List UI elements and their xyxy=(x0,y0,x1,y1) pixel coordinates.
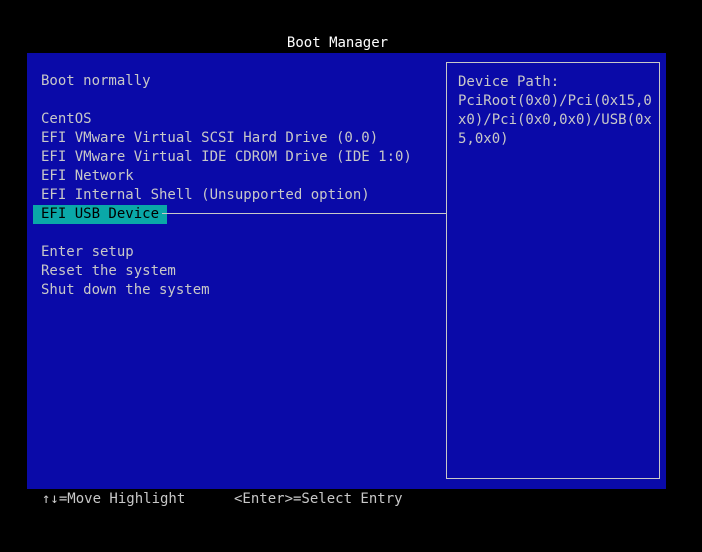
menu-item-efi-ide-cdrom[interactable]: EFI VMware Virtual IDE CDROM Drive (IDE … xyxy=(41,148,412,167)
menu-item-label-selected: EFI USB Device xyxy=(33,205,168,224)
device-path-label: Device Path: xyxy=(458,74,560,90)
menu-item-efi-usb-device[interactable]: EFI USB Device xyxy=(33,205,412,224)
menu-item-boot-normally[interactable]: Boot normally xyxy=(41,72,412,91)
footer-hints: ↑↓=Move Highlight <Enter>=Select Entry xyxy=(42,490,403,509)
menu-item-enter-setup[interactable]: Enter setup xyxy=(41,243,412,262)
menu-item-label: EFI Network xyxy=(41,168,134,184)
move-highlight-hint: ↑↓=Move Highlight xyxy=(42,491,186,507)
menu-item-label: EFI VMware Virtual SCSI Hard Drive (0.0) xyxy=(41,130,379,146)
menu-item-shut-down[interactable]: Shut down the system xyxy=(41,281,412,300)
menu-item-reset-system[interactable]: Reset the system xyxy=(41,262,412,281)
menu-item-label: Reset the system xyxy=(41,263,176,279)
menu-item-label: Boot normally xyxy=(41,73,151,89)
menu-item-label: EFI Internal Shell (Unsupported option) xyxy=(41,187,370,203)
device-path-value: PciRoot(0x0)/Pci(0x15,0x0)/Pci(0x0,0x0)/… xyxy=(458,93,652,147)
menu-item-efi-network[interactable]: EFI Network xyxy=(41,167,412,186)
selection-connector-line xyxy=(162,213,446,214)
menu-item-efi-scsi-hard-drive[interactable]: EFI VMware Virtual SCSI Hard Drive (0.0) xyxy=(41,129,412,148)
menu-item-label: Shut down the system xyxy=(41,282,210,298)
menu-item-label: CentOS xyxy=(41,111,92,127)
select-entry-hint: <Enter>=Select Entry xyxy=(234,491,403,507)
menu-item-label: EFI VMware Virtual IDE CDROM Drive (IDE … xyxy=(41,149,412,165)
boot-manager-panel: Boot normally CentOS EFI VMware Virtual … xyxy=(27,53,666,489)
menu-spacer xyxy=(41,224,412,243)
menu-item-centos[interactable]: CentOS xyxy=(41,110,412,129)
menu-item-efi-internal-shell[interactable]: EFI Internal Shell (Unsupported option) xyxy=(41,186,412,205)
menu-spacer xyxy=(41,91,412,110)
boot-menu: Boot normally CentOS EFI VMware Virtual … xyxy=(33,72,412,300)
menu-item-label: Enter setup xyxy=(41,244,134,260)
page-title: Boot Manager xyxy=(286,35,389,51)
device-info-panel: Device Path: PciRoot(0x0)/Pci(0x15,0x0)/… xyxy=(446,62,660,479)
